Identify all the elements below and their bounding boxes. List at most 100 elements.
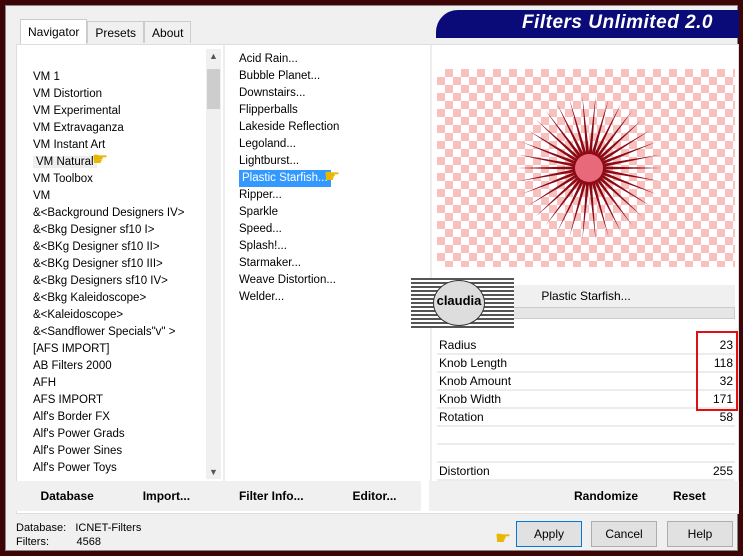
- filter-item-label: Starmaker...: [239, 257, 301, 269]
- starfish-spike: [521, 141, 579, 166]
- tab-bar: Navigator Presets About: [20, 19, 192, 44]
- reset-button[interactable]: Reset: [673, 489, 706, 503]
- filter-item[interactable]: Lakeside Reflection: [239, 119, 339, 136]
- category-item[interactable]: &<Kaleidoscope>: [33, 307, 185, 324]
- status-area: Database: ICNET-Filters Filters: 4568: [16, 521, 141, 549]
- filter-item-label: Splash!...: [239, 240, 287, 252]
- category-item[interactable]: &<BKg Designer sf10 III>: [33, 256, 185, 273]
- category-item[interactable]: VM Toolbox: [33, 171, 185, 188]
- scroll-thumb[interactable]: [207, 69, 220, 109]
- filter-item[interactable]: Acid Rain...: [239, 51, 339, 68]
- filter-item[interactable]: Splash!...: [239, 238, 339, 255]
- param-slider[interactable]: Rotation 58: [437, 409, 735, 427]
- category-item-label: Alf's Border FX: [33, 411, 110, 423]
- divider: [430, 45, 432, 485]
- filters-label: Filters:: [16, 536, 49, 548]
- param-slider[interactable]: [437, 427, 735, 445]
- category-item-label: AB Filters 2000: [33, 360, 112, 372]
- category-item[interactable]: AFS IMPORT: [33, 392, 185, 409]
- category-list[interactable]: VM 1 VM Distortion VM Experimental VM Extra…: [33, 69, 185, 477]
- scroll-up-icon[interactable]: ▲: [206, 51, 221, 61]
- category-item[interactable]: &<Sandflower Specials"v" >: [33, 324, 185, 341]
- preset-buttons: Randomize Reset: [429, 481, 739, 511]
- category-item[interactable]: [AFS IMPORT]: [33, 341, 185, 358]
- param-slider[interactable]: Knob Amount 32: [437, 373, 735, 391]
- param-label: Rotation: [439, 410, 484, 424]
- param-value: 58: [719, 410, 733, 424]
- category-item-label: VM Natural: [33, 156, 97, 168]
- category-item-label: Alf's Power Sines: [33, 445, 123, 457]
- category-item[interactable]: VM Instant Art: [33, 137, 185, 154]
- starfish-spike: [517, 166, 578, 170]
- filter-item[interactable]: Legoland...: [239, 136, 339, 153]
- category-item[interactable]: VM Extravaganza: [33, 120, 185, 137]
- filter-info-button[interactable]: Filter Info...: [239, 489, 304, 503]
- param-slider[interactable]: Distortion 255: [437, 463, 735, 481]
- filter-item[interactable]: Ripper...: [239, 187, 339, 204]
- randomize-button[interactable]: Randomize: [574, 489, 638, 503]
- category-item[interactable]: VM Experimental: [33, 103, 185, 120]
- filter-item[interactable]: Bubble Planet...: [239, 68, 339, 85]
- param-label: Knob Amount: [439, 374, 512, 388]
- category-item[interactable]: VM Natural: [33, 154, 185, 171]
- database-value: ICNET-Filters: [75, 522, 142, 534]
- filter-item-label: Lakeside Reflection: [239, 121, 340, 133]
- param-label: Distortion: [439, 464, 490, 478]
- filter-item-label: Lightburst...: [239, 155, 300, 167]
- editor-button[interactable]: Editor...: [353, 489, 397, 503]
- category-item-label: VM Toolbox: [33, 173, 93, 185]
- param-slider[interactable]: [437, 445, 735, 463]
- category-item-label: &<Kaleidoscope>: [33, 309, 124, 321]
- category-item-label: Alf's Power Grads: [33, 428, 125, 440]
- category-item[interactable]: VM 1: [33, 69, 185, 86]
- apply-button[interactable]: Apply: [516, 521, 582, 547]
- filter-item-label: Bubble Planet...: [239, 70, 321, 82]
- filter-item[interactable]: Starmaker...: [239, 255, 339, 272]
- starfish-preview-image: [517, 96, 661, 240]
- category-item[interactable]: Alf's Power Toys: [33, 460, 185, 477]
- filter-item[interactable]: Flipperballs: [239, 102, 339, 119]
- param-label: Radius: [439, 338, 477, 352]
- category-item-label: AFH: [33, 377, 56, 389]
- category-item[interactable]: &<BKg Designer sf10 II>: [33, 239, 185, 256]
- tab-about[interactable]: About: [144, 21, 192, 43]
- category-item[interactable]: &<Background Designers IV>: [33, 205, 185, 222]
- starfish-spike: [521, 170, 579, 195]
- cancel-button[interactable]: Cancel: [591, 521, 657, 547]
- category-item[interactable]: AB Filters 2000: [33, 358, 185, 375]
- category-item[interactable]: VM: [33, 188, 185, 205]
- category-item[interactable]: AFH: [33, 375, 185, 392]
- filter-item-label: Welder...: [239, 291, 285, 303]
- filter-item[interactable]: Welder...: [239, 289, 339, 306]
- filter-item-label: Flipperballs: [239, 104, 298, 116]
- category-item-label: Alf's Power Toys: [33, 462, 117, 474]
- filter-item[interactable]: Downstairs...: [239, 85, 339, 102]
- category-item[interactable]: Alf's Border FX: [33, 409, 185, 426]
- param-slider[interactable]: Knob Length 118: [437, 355, 735, 373]
- tab-presets[interactable]: Presets: [87, 21, 145, 43]
- category-item[interactable]: &<Bkg Designers sf10 IV>: [33, 273, 185, 290]
- tab-navigator[interactable]: Navigator: [20, 19, 88, 44]
- filter-item[interactable]: Sparkle: [239, 204, 339, 221]
- category-item[interactable]: Alf's Power Sines: [33, 443, 185, 460]
- category-item[interactable]: Alf's Power Grads: [33, 426, 185, 443]
- category-scrollbar[interactable]: ▲ ▼: [206, 49, 221, 479]
- pointing-hand-icon: ☛: [324, 166, 341, 186]
- database-button[interactable]: Database: [40, 489, 93, 503]
- filter-item-label: Weave Distortion...: [239, 274, 336, 286]
- param-label: Knob Width: [439, 392, 502, 406]
- filter-item[interactable]: Weave Distortion...: [239, 272, 339, 289]
- category-item[interactable]: &<Bkg Kaleidoscope>: [33, 290, 185, 307]
- category-item-label: &<BKg Designer sf10 II>: [33, 241, 160, 253]
- filter-item[interactable]: Speed...: [239, 221, 339, 238]
- starfish-center: [575, 154, 603, 182]
- help-button[interactable]: Help: [667, 521, 733, 547]
- category-item[interactable]: VM Distortion: [33, 86, 185, 103]
- filter-item-label: Speed...: [239, 223, 282, 235]
- scroll-down-icon[interactable]: ▼: [206, 467, 221, 477]
- filter-item-label: Sparkle: [239, 206, 278, 218]
- import-button[interactable]: Import...: [143, 489, 190, 503]
- param-slider[interactable]: Knob Width 171: [437, 391, 735, 409]
- param-slider[interactable]: Radius 23: [437, 337, 735, 355]
- category-item[interactable]: &<Bkg Designer sf10 I>: [33, 222, 185, 239]
